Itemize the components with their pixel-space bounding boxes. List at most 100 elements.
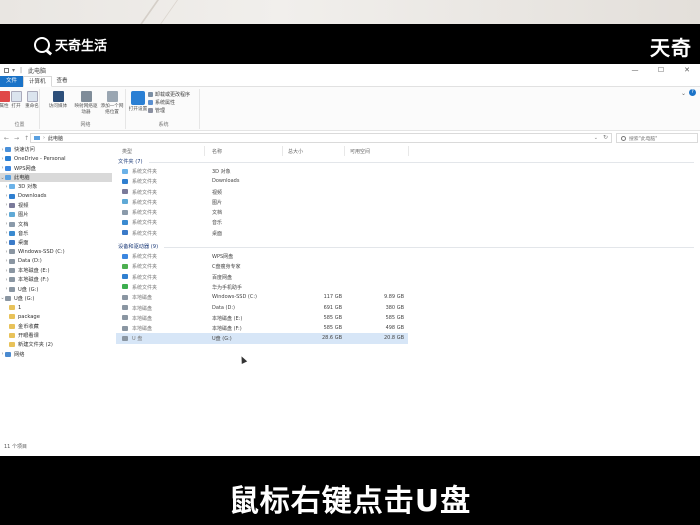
sidebar-item-label: 3D 对象 [18,184,38,191]
sidebar-item[interactable]: › 本地磁盘 (E:) [0,266,112,275]
table-row[interactable]: 系统文件夹 C盘瘦身专家 [116,261,408,271]
group-header[interactable]: 设备和驱动器 (9) [116,242,700,251]
sidebar-item[interactable]: 1 [0,303,112,312]
table-row[interactable]: 系统文件夹 图片 [116,197,408,207]
open-settings-button[interactable]: 打开设置 [128,91,148,113]
sidebar-item[interactable]: › 3D 对象 [0,182,112,191]
sidebar-item[interactable]: › 本地磁盘 (F:) [0,275,112,284]
add-network-location-button[interactable]: 添加一个网络位置 [100,91,124,116]
ribbon-group-location-name: 位置 [14,122,25,128]
ribbon-group-system: 打开设置 卸载或更改程序 系统属性 管理 系统 [128,89,200,129]
sidebar-item[interactable]: › OneDrive - Personal [0,154,112,163]
cell-type: 系统文件夹 [132,264,158,271]
table-row[interactable]: 系统文件夹 Downloads [116,176,408,186]
sidebar-item[interactable]: › 图片 [0,210,112,219]
maximize-button[interactable]: ☐ [648,64,674,76]
cell-type: 系统文件夹 [132,284,158,291]
tab-file[interactable]: 文件 [0,75,24,87]
table-row[interactable]: 本地磁盘 Windows-SSD (C:) 117 GB 9.89 GB [116,292,408,302]
cell-free-space: 380 GB [385,304,404,311]
table-row[interactable]: 系统文件夹 WPS网盘 [116,251,408,261]
sidebar-item[interactable]: 开眼看课 [0,331,112,340]
search-input[interactable]: 搜索"此电脑" [616,133,698,143]
table-row[interactable]: 系统文件夹 百度网盘 [116,272,408,282]
table-row[interactable]: 系统文件夹 音乐 [116,217,408,227]
content-pane: 类型 名称 总大小 可用空间 文件夹 (7) 系统文件夹 3D 对象 系统文件夹 Dow… [116,145,700,450]
rename-button[interactable]: 重命名 [22,91,42,110]
cell-type: 本地磁盘 [132,295,153,302]
sidebar-item-label: 快速访问 [14,147,35,154]
item-icon [122,284,128,290]
address-bar[interactable]: › 此电脑 ⌄ ↻ [30,133,612,143]
subtitle-text: 鼠标右键点击U盘 [228,484,472,519]
explorer-body: › 快速访问 › OneDrive - Personal › WPS网盘 ⌄ 此电脑 › 3D 对… [0,145,700,450]
table-row[interactable]: 系统文件夹 视频 [116,187,408,197]
back-icon[interactable]: ← [4,135,9,142]
table-row[interactable]: 本地磁盘 本地磁盘 (E:) 585 GB 585 GB [116,313,408,323]
access-media-button[interactable]: 访问媒体 [48,91,68,110]
cell-total-size: 691 GB [323,304,342,311]
quick-access-toolbar-icon[interactable]: ▾ [12,67,17,73]
ribbon-group-network: 访问媒体 映射网络驱动器 添加一个网络位置 网络 [46,89,126,129]
sidebar-item[interactable]: › 文档 [0,219,112,228]
sidebar-item-icon [9,342,15,348]
column-type[interactable]: 类型 [122,148,132,155]
sidebar-item-label: 音乐 [18,230,29,237]
table-row[interactable]: 系统文件夹 3D 对象 [116,166,408,176]
sidebar-item[interactable]: › 桌面 [0,238,112,247]
table-row[interactable]: 系统文件夹 桌面 [116,228,408,238]
refresh-icon[interactable]: ↻ [603,134,608,141]
tab-view[interactable]: 查看 [52,76,73,87]
column-total-size[interactable]: 总大小 [288,148,303,155]
ribbon-tabs: 文件 计算机 查看 [0,75,700,87]
cell-name: Windows-SSD (C:) [212,294,257,301]
sidebar-item[interactable]: › U盘 (G:) [0,284,112,293]
ribbon-collapse-icon[interactable]: ⌄ [681,90,686,97]
sidebar-item-icon [5,351,11,357]
item-icon [122,274,128,280]
sidebar-item[interactable]: › Downloads [0,191,112,200]
sidebar-item[interactable]: package [0,312,112,321]
table-row[interactable]: 系统文件夹 文档 [116,207,408,217]
sidebar-item[interactable]: 金币收藏 [0,322,112,331]
table-row[interactable]: U 盘 U盘 (G:) 28.6 GB 20.8 GB [116,333,408,344]
forward-icon[interactable]: → [14,135,19,142]
window-controls: — ☐ ✕ [622,64,700,76]
map-network-drive-button[interactable]: 映射网络驱动器 [74,91,98,116]
system-properties-link[interactable]: 系统属性 [148,99,175,106]
minimize-button[interactable]: — [622,64,648,76]
cell-name: 本地磁盘 (F:) [212,326,242,333]
sidebar-item[interactable]: › Data (D:) [0,257,112,266]
manage-link[interactable]: 管理 [148,107,165,114]
group-header[interactable]: 文件夹 (7) [116,157,700,166]
sidebar-item-label: U盘 (G:) [14,295,35,302]
sidebar-item-label: Data (D:) [18,258,42,265]
status-bar-text: 11 个项目 [4,444,27,450]
sidebar-item[interactable]: › 网络 [0,350,112,359]
sidebar-item[interactable]: › 快速访问 [0,145,112,154]
cell-name: Downloads [212,178,240,185]
tab-computer[interactable]: 计算机 [23,76,52,87]
breadcrumb[interactable]: 此电脑 [48,135,63,142]
table-row[interactable]: 本地磁盘 本地磁盘 (F:) 585 GB 498 GB [116,323,408,333]
sidebar-item[interactable]: ⌄ 此电脑 [0,172,112,183]
sidebar-item-icon [9,202,15,208]
address-dropdown-icon[interactable]: ⌄ [594,135,598,141]
up-icon[interactable]: ↑ [24,135,29,142]
item-icon [122,219,128,225]
column-name[interactable]: 名称 [212,148,222,155]
table-row[interactable]: 系统文件夹 华为手机助手 [116,282,408,292]
sidebar-item[interactable]: › WPS网盘 [0,164,112,173]
column-free-space[interactable]: 可用空间 [350,148,370,155]
sidebar-item[interactable]: › Windows-SSD (C:) [0,247,112,256]
sidebar-item-label: 视频 [18,202,29,209]
cell-type: 系统文件夹 [132,189,158,196]
uninstall-program-link[interactable]: 卸载或更改程序 [148,91,190,98]
sidebar-item[interactable]: 新建文件夹 (2) [0,340,112,349]
help-icon[interactable]: ? [689,89,696,96]
table-row[interactable]: 本地磁盘 Data (D:) 691 GB 380 GB [116,303,408,313]
sidebar-item[interactable]: › 视频 [0,201,112,210]
sidebar-item[interactable]: ⌄ U盘 (G:) [0,294,112,303]
sidebar-item[interactable]: › 音乐 [0,229,112,238]
close-button[interactable]: ✕ [674,64,700,76]
